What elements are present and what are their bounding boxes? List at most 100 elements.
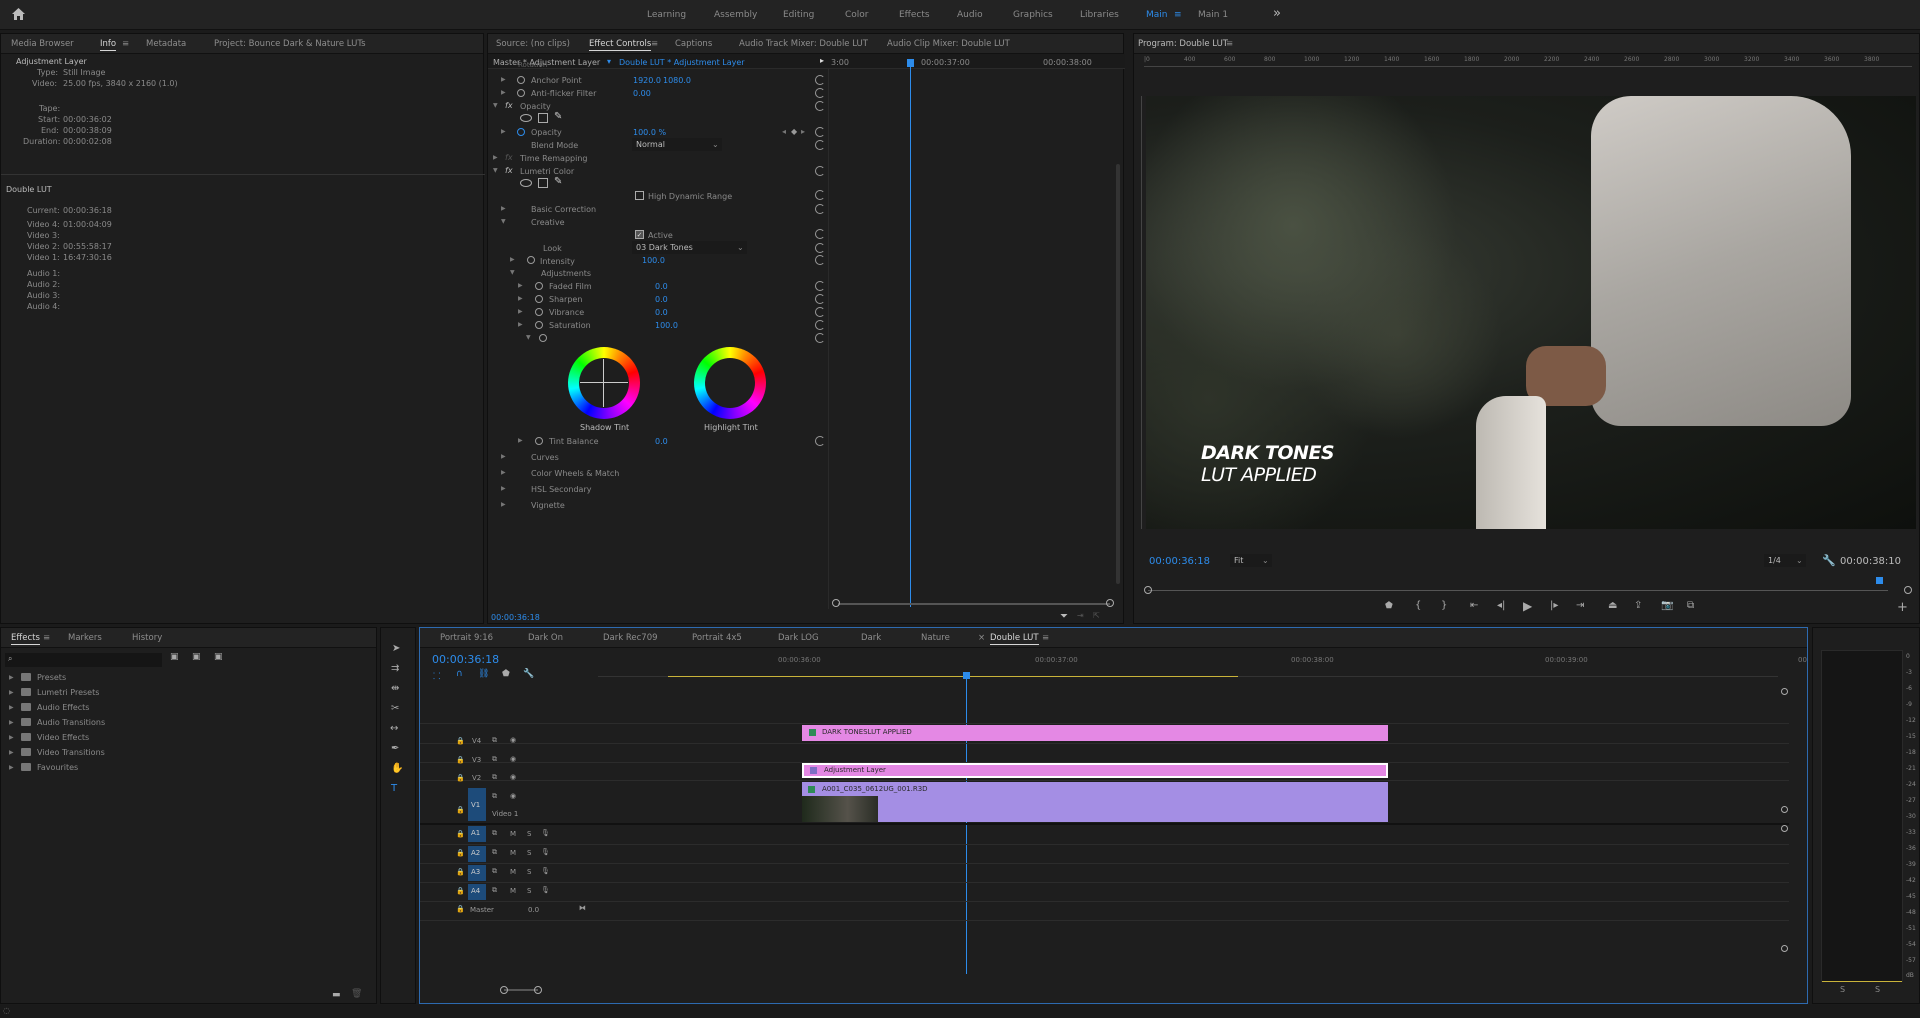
filter-icon[interactable]: ⏷ xyxy=(1060,611,1068,622)
intensity-value[interactable]: 100.0 xyxy=(642,256,665,265)
ec-zoom-scrollbar[interactable] xyxy=(838,603,1110,605)
tab-sequence[interactable]: Dark On xyxy=(528,633,563,643)
tint-balance-value[interactable]: 0.0 xyxy=(655,437,668,446)
hand-tool-icon[interactable]: ✋ xyxy=(391,763,403,774)
panel-menu-icon[interactable]: ≡ xyxy=(1226,39,1233,49)
selection-tool-icon[interactable]: ➤ xyxy=(392,643,400,654)
workspace-audio[interactable]: Audio xyxy=(957,10,983,20)
mark-out-icon[interactable]: } xyxy=(1441,600,1447,611)
stopwatch-icon[interactable] xyxy=(535,295,543,303)
list-item[interactable]: ▶ Audio Transitions xyxy=(9,717,309,729)
workspace-main[interactable]: Main xyxy=(1146,10,1168,20)
expand-arrow-icon[interactable]: ▶ xyxy=(518,321,523,328)
lock-icon[interactable]: 🔒 xyxy=(456,849,465,857)
lock-icon[interactable]: 🔒 xyxy=(456,737,465,745)
reset-icon[interactable] xyxy=(815,229,825,239)
reset-icon[interactable] xyxy=(815,307,825,317)
list-item[interactable]: ▶ Video Effects xyxy=(9,732,309,744)
linked-selection-icon[interactable]: ⛓ xyxy=(478,669,489,679)
track-select-tool-icon[interactable]: ⇉ xyxy=(391,663,399,674)
expand-arrow-icon[interactable]: ▶ xyxy=(501,205,506,212)
solo-button[interactable]: S xyxy=(527,868,531,876)
sync-lock-icon[interactable]: ⧉ xyxy=(492,773,497,782)
highlight-tint-wheel[interactable] xyxy=(694,347,766,419)
vibrance-value[interactable]: 0.0 xyxy=(655,308,668,317)
solo-button[interactable]: S xyxy=(527,849,531,857)
mute-button[interactable]: M xyxy=(510,887,516,895)
reset-icon[interactable] xyxy=(815,127,825,137)
fx-badge-icon[interactable]: fx xyxy=(505,153,513,162)
tab-captions[interactable]: Captions xyxy=(675,39,712,49)
go-to-out-icon[interactable]: ⇥ xyxy=(1576,600,1584,611)
microphone-icon[interactable]: 🎙 xyxy=(541,867,550,875)
reset-icon[interactable] xyxy=(815,140,825,150)
video-clip[interactable]: A001_C035_0612UG_001.R3D xyxy=(802,782,1388,822)
list-item[interactable]: ▶ Lumetri Presets xyxy=(9,687,309,699)
sync-lock-icon[interactable]: ⧉ xyxy=(492,792,497,801)
stopwatch-icon[interactable] xyxy=(527,256,535,264)
source-patch-a1[interactable]: A1 xyxy=(468,826,486,842)
more-workspaces-icon[interactable]: » xyxy=(1273,6,1281,21)
prev-keyframe-icon[interactable]: ◂ xyxy=(782,127,786,136)
fit-select[interactable]: Fit ⌄ xyxy=(1230,554,1272,567)
expand-arrow-icon[interactable]: ▶ xyxy=(518,295,523,302)
ripple-edit-tool-icon[interactable]: ⇹ xyxy=(391,683,399,694)
audio-scrollbar[interactable] xyxy=(1781,825,1788,952)
video-scrollbar[interactable] xyxy=(1781,688,1788,813)
tab-effects[interactable]: Effects xyxy=(11,633,40,645)
pen-tool-icon[interactable]: ✒ xyxy=(391,743,399,754)
title-clip[interactable]: DARK TONESLUT APPLIED xyxy=(802,725,1388,741)
reset-icon[interactable] xyxy=(815,333,825,343)
reset-icon[interactable] xyxy=(815,101,825,111)
accelerated-effects-icon[interactable]: ▣ xyxy=(170,652,179,662)
effects-search-input[interactable]: ⌕ xyxy=(5,653,162,667)
ec-playhead-handle[interactable] xyxy=(907,59,914,67)
next-keyframe-icon[interactable]: ▸ xyxy=(801,127,805,136)
anchor-x-value[interactable]: 1920.0 xyxy=(633,76,661,85)
workspace-assembly[interactable]: Assembly xyxy=(714,10,757,20)
solo-button[interactable]: S xyxy=(527,887,531,895)
collapse-arrow-icon[interactable]: ▼ xyxy=(526,334,531,341)
anti-flicker-value[interactable]: 0.00 xyxy=(633,89,651,98)
faded-film-value[interactable]: 0.0 xyxy=(655,282,668,291)
lock-icon[interactable]: 🔒 xyxy=(456,756,465,764)
stopwatch-icon[interactable] xyxy=(539,334,547,342)
expand-arrow-icon[interactable]: ▶ xyxy=(501,89,506,96)
lock-icon[interactable]: 🔒 xyxy=(456,774,465,782)
add-marker-icon[interactable]: ⬟ xyxy=(502,669,510,679)
solo-left-button[interactable]: S xyxy=(1840,985,1845,994)
tab-sequence[interactable]: Dark xyxy=(861,633,881,643)
add-keyframe-icon[interactable]: ◆ xyxy=(791,127,797,136)
reset-icon[interactable] xyxy=(815,75,825,85)
expand-arrow-icon[interactable]: ▶ xyxy=(518,308,523,315)
export-frame-icon[interactable]: 📷 xyxy=(1661,600,1673,611)
play-only-audio-icon[interactable]: ▸ xyxy=(820,56,824,65)
collapse-arrow-icon[interactable]: ▼ xyxy=(510,269,515,276)
look-select[interactable]: 03 Dark Tones ⌄ xyxy=(632,241,747,254)
tab-history[interactable]: History xyxy=(132,633,162,643)
tab-program[interactable]: Program: Double LUT xyxy=(1138,39,1228,49)
yuv-effects-icon[interactable]: ▣ xyxy=(214,652,223,662)
stopwatch-icon[interactable] xyxy=(517,89,525,97)
active-checkbox[interactable]: ✓ xyxy=(635,230,644,239)
lock-icon[interactable]: 🔒 xyxy=(456,830,465,838)
dropdown-arrow-icon[interactable]: ▾ xyxy=(607,57,611,66)
eye-icon[interactable]: ◉ xyxy=(510,792,516,800)
tab-metadata[interactable]: Metadata xyxy=(146,39,186,49)
sync-lock-icon[interactable]: ⧉ xyxy=(492,755,497,764)
timeline-ruler[interactable]: 00:00:36:00 00:00:37:00 00:00:38:00 00:0… xyxy=(598,653,1807,677)
sync-lock-icon[interactable]: ⧉ xyxy=(492,829,497,838)
tab-source[interactable]: Source: (no clips) xyxy=(496,39,570,49)
timeline-settings-icon[interactable]: 🔧 xyxy=(523,669,534,679)
workspace-color[interactable]: Color xyxy=(845,10,869,20)
go-to-in-icon[interactable]: ⇤ xyxy=(1470,600,1478,611)
tab-media-browser[interactable]: Media Browser xyxy=(11,39,74,49)
step-forward-icon[interactable]: |▸ xyxy=(1550,600,1558,611)
workspace-libraries[interactable]: Libraries xyxy=(1080,10,1119,20)
rectangle-mask-icon[interactable] xyxy=(538,113,548,123)
tab-sequence[interactable]: Dark Rec709 xyxy=(603,633,658,643)
expand-arrow-icon[interactable]: ▶ xyxy=(501,501,506,508)
workspace-editing[interactable]: Editing xyxy=(783,10,814,20)
tab-audio-clip-mixer[interactable]: Audio Clip Mixer: Double LUT xyxy=(887,39,1010,49)
expand-arrow-icon[interactable]: ▶ xyxy=(501,469,506,476)
